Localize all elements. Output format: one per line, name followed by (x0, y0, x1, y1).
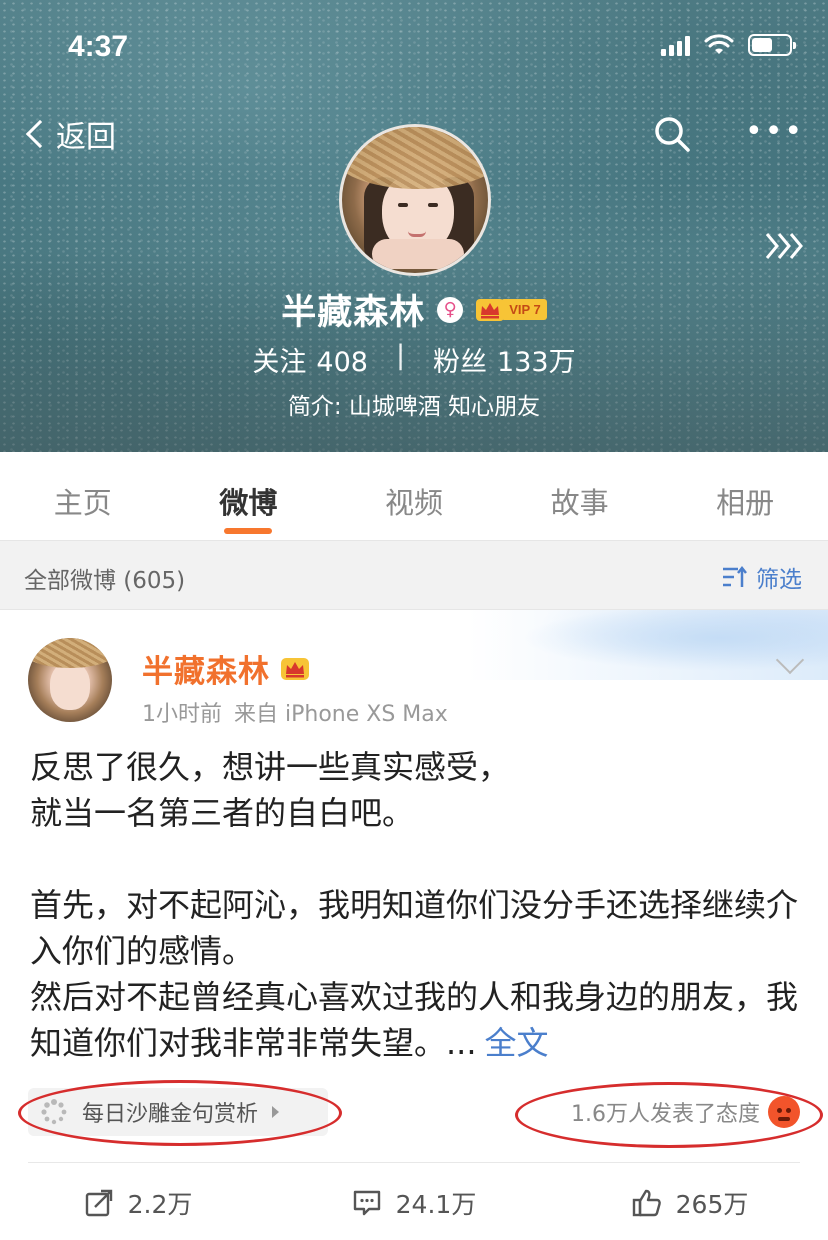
like-count: 265万 (675, 1190, 749, 1219)
post-text: 反思了很久，想讲一些真实感受， 就当一名第三者的自白吧。 首先，对不起阿沁，我明… (30, 744, 800, 1066)
followers-stat[interactable]: 粉丝 133万 (433, 340, 576, 379)
post-time: 1小时前 (142, 702, 222, 727)
signal-icon (661, 34, 690, 56)
avatar-hat (342, 127, 488, 189)
tab-home[interactable]: 主页 (0, 452, 166, 540)
topic-tag-label: 每日沙雕金句赏析 (82, 1102, 259, 1127)
post-line: 反思了很久，想讲一些真实感受， (30, 748, 511, 786)
avatar-hands (372, 239, 464, 269)
battery-icon (748, 34, 796, 56)
post-source: 来自 iPhone XS Max (234, 702, 448, 727)
crown-icon (281, 657, 309, 680)
following-stat[interactable]: 关注 408 (252, 340, 368, 379)
post-count: 全部微博 (605) (24, 568, 186, 594)
profile-tabs: 主页 微博 视频 故事 相册 (0, 452, 828, 540)
battery-level (752, 38, 772, 52)
female-icon: ♀ (437, 296, 464, 323)
post-line: 首先，对不起阿沁，我明知道你们没分手还选择继续介入你们的感情。 (30, 886, 799, 970)
vip-badge[interactable]: VIP 7 (475, 297, 547, 323)
filter-label: 筛选 (756, 567, 802, 593)
followers-label: 粉丝 (433, 347, 488, 378)
chevron-left-icon (25, 119, 55, 149)
avatar-eye-right (428, 203, 438, 207)
post-card: 半藏森林 1小时前 来自 iPhone XS Max 反思了很久，想讲一些真实感受… (0, 610, 828, 1240)
filter-button[interactable]: 筛选 (722, 560, 802, 594)
post-author-name: 半藏森林 (142, 654, 270, 690)
read-more-link[interactable]: 全文 (485, 1024, 549, 1062)
post-card-decoration (468, 610, 828, 680)
filter-bar: 全部微博 (605) 筛选 (0, 540, 828, 610)
tab-video[interactable]: 视频 (331, 452, 497, 540)
filter-icon (723, 565, 747, 587)
angry-emoji-mouth (778, 1117, 790, 1121)
post-line: 就当一名第三者的自白吧。 (30, 794, 415, 832)
tab-album[interactable]: 相册 (662, 452, 828, 540)
tab-weibo[interactable]: 微博 (166, 452, 332, 540)
share-icon (85, 1189, 112, 1217)
profile-avatar[interactable] (339, 124, 491, 276)
status-icons (661, 34, 796, 56)
triple-chevron-right-icon[interactable] (763, 228, 807, 264)
repost-button[interactable]: 2.2万 (0, 1170, 276, 1236)
search-icon[interactable] (652, 114, 692, 154)
following-count: 408 (316, 347, 368, 378)
post-actions: 2.2万 24.1万 265万 (0, 1170, 828, 1236)
profile-name-row: 半藏森林 ♀ VIP 7 (0, 284, 828, 335)
reaction-summary[interactable]: 1.6万人发表了态度 (571, 1096, 800, 1128)
reaction-text: 1.6万人发表了态度 (571, 1102, 760, 1127)
post-avatar-face (50, 662, 90, 710)
profile-bio: 简介: 山城啤酒 知心朋友 (287, 394, 541, 420)
profile-name: 半藏森林 (281, 293, 426, 333)
status-time: 4:37 (68, 30, 129, 63)
angry-emoji-icon (768, 1096, 800, 1128)
comment-icon (353, 1190, 380, 1216)
comment-count: 24.1万 (395, 1190, 477, 1219)
profile-stats: 关注 408 | 粉丝 133万 (0, 340, 828, 379)
topic-tag[interactable]: 每日沙雕金句赏析 (28, 1088, 328, 1136)
stat-separator: | (395, 340, 406, 371)
comment-button[interactable]: 24.1万 (276, 1170, 552, 1236)
post-author[interactable]: 半藏森林 (142, 646, 310, 691)
post-avatar-hat (28, 638, 112, 668)
more-options-icon[interactable]: ••• (745, 117, 804, 147)
following-label: 关注 (252, 347, 307, 378)
back-button[interactable]: 返回 (22, 112, 116, 156)
tab-story[interactable]: 故事 (497, 452, 663, 540)
post-meta: 1小时前 来自 iPhone XS Max (142, 696, 448, 728)
like-button[interactable]: 265万 (552, 1170, 828, 1236)
post-avatar[interactable] (28, 638, 112, 722)
avatar-eye-left (398, 203, 408, 207)
repost-count: 2.2万 (127, 1190, 193, 1219)
vip-level: VIP 7 (501, 299, 547, 320)
followers-count: 133万 (497, 347, 576, 378)
back-label: 返回 (56, 120, 116, 155)
post-line-last: 然后对不起曾经真心喜欢过我的人和我身边的朋友，我知道你们对我非常非常失望。...… (30, 974, 800, 1066)
divider (28, 1162, 800, 1163)
wifi-icon (704, 34, 734, 54)
loading-spinner-icon (41, 1099, 67, 1125)
post-paragraph-gap (30, 836, 800, 882)
post-line: 然后对不起曾经真心喜欢过我的人和我身边的朋友，我知道你们对我非常非常失望。... (30, 978, 799, 1062)
thumbs-up-icon (632, 1189, 661, 1217)
triangle-right-icon (272, 1106, 280, 1118)
